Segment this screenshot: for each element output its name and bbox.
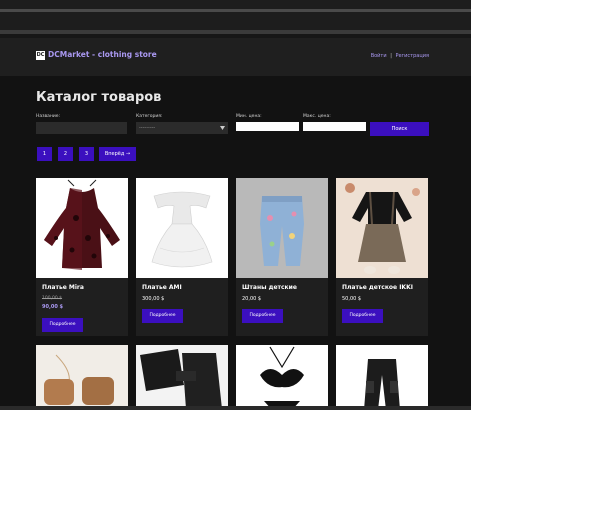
page-button-1[interactable]: 1 [37,147,52,161]
product-card: Платье Mira 100,00 $ 90,00 $ Подробнее [36,178,128,336]
product-image-swimsuit[interactable] [236,345,328,410]
register-link[interactable]: Регистрация [395,53,429,59]
taskbar-strip [0,406,471,410]
product-name[interactable]: Платье AMI [142,284,182,291]
product-image-black-set[interactable] [136,345,228,410]
min-price-input[interactable] [236,122,299,131]
search-button[interactable]: Поиск [370,122,429,136]
toolbar-divider [0,30,471,34]
details-button[interactable]: Подробнее [42,318,83,332]
product-card [236,345,328,410]
category-selected-value: --------- [139,125,156,131]
product-card: Штаны детские 20,00 $ Подробнее [236,178,328,336]
login-link[interactable]: Войти [371,53,387,59]
category-filter-label: Категория: [136,114,163,119]
product-card [136,345,228,410]
logo-icon[interactable]: DC [36,51,45,60]
name-filter-input[interactable] [36,122,127,134]
name-filter-label: Название: [36,114,61,119]
product-price: 20,00 $ [242,296,262,302]
product-card: Платье детское IKKI 50,00 $ Подробнее [336,178,428,336]
site-header: DC DCMarket - clothing store Войти | Рег… [0,38,471,76]
product-card [336,345,428,410]
product-image-cargo-pants[interactable] [336,345,428,410]
details-button[interactable]: Подробнее [242,309,283,323]
chevron-down-icon [220,126,225,130]
page-title: Каталог товаров [36,90,162,105]
product-image-kids-dress[interactable] [336,178,428,278]
max-price-input[interactable] [303,122,366,131]
browser-chrome [0,0,471,34]
product-card: Платье AMI 300,00 $ Подробнее [136,178,228,336]
product-price: 50,00 $ [342,296,362,302]
auth-links: Войти | Регистрация [371,53,429,59]
product-name[interactable]: Платье детское IKKI [342,284,413,291]
auth-separator: | [390,53,392,59]
app-screenshot: DC DCMarket - clothing store Войти | Рег… [0,0,471,410]
product-old-price: 100,00 $ [42,296,63,301]
details-button[interactable]: Подробнее [142,309,183,323]
product-name[interactable]: Штаны детские [242,284,297,291]
product-image-dress-red[interactable] [36,178,128,278]
product-image-jeans[interactable] [236,178,328,278]
product-image-dress-white[interactable] [136,178,228,278]
toolbar-divider [0,9,471,12]
product-name[interactable]: Платье Mira [42,284,84,291]
page-button-2[interactable]: 2 [58,147,73,161]
details-button[interactable]: Подробнее [342,309,383,323]
category-select[interactable]: --------- [136,122,228,134]
product-image-mittens[interactable] [36,345,128,410]
brand-link[interactable]: DCMarket - clothing store [48,50,157,59]
page-button-3[interactable]: 3 [79,147,94,161]
max-price-label: Макс. цена: [303,114,331,119]
product-price: 90,00 $ [42,304,64,310]
product-card [36,345,128,410]
product-price: 300,00 $ [142,296,165,302]
next-page-button[interactable]: Вперёд → [99,147,136,161]
min-price-label: Мин. цена: [236,114,262,119]
